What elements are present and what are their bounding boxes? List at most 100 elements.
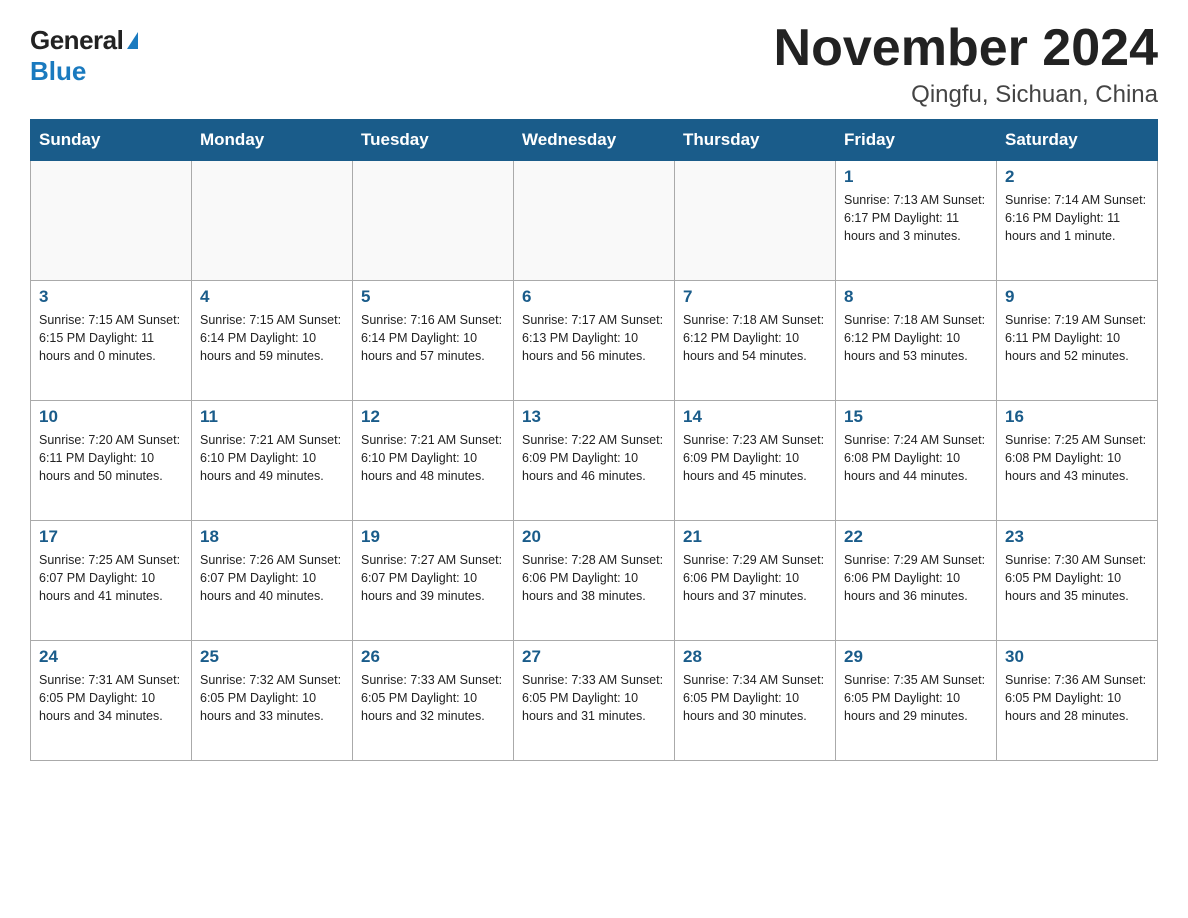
calendar-day-cell: 28 Sunrise: 7:34 AM Sunset: 6:05 PM Dayli… bbox=[675, 641, 836, 761]
calendar-day-cell bbox=[192, 161, 353, 281]
day-number: 12 bbox=[361, 407, 505, 427]
day-info: Sunrise: 7:34 AM Sunset: 6:05 PM Dayligh… bbox=[683, 671, 827, 725]
calendar-day-cell bbox=[514, 161, 675, 281]
calendar-body: 1 Sunrise: 7:13 AM Sunset: 6:17 PM Daylig… bbox=[31, 161, 1158, 761]
page-header: General Blue November 2024 Qingfu, Sichu… bbox=[30, 20, 1158, 109]
day-info: Sunrise: 7:13 AM Sunset: 6:17 PM Dayligh… bbox=[844, 191, 988, 245]
day-number: 17 bbox=[39, 527, 183, 547]
day-info: Sunrise: 7:29 AM Sunset: 6:06 PM Dayligh… bbox=[683, 551, 827, 605]
calendar-day-cell: 6 Sunrise: 7:17 AM Sunset: 6:13 PM Daylig… bbox=[514, 281, 675, 401]
day-info: Sunrise: 7:27 AM Sunset: 6:07 PM Dayligh… bbox=[361, 551, 505, 605]
calendar-header-cell: Wednesday bbox=[514, 120, 675, 161]
calendar-week-row: 24Sunrise: 7:31 AM Sunset: 6:05 PM Dayli… bbox=[31, 641, 1158, 761]
day-number: 27 bbox=[522, 647, 666, 667]
day-number: 20 bbox=[522, 527, 666, 547]
calendar-day-cell: 5 Sunrise: 7:16 AM Sunset: 6:14 PM Daylig… bbox=[353, 281, 514, 401]
day-info: Sunrise: 7:20 AM Sunset: 6:11 PM Dayligh… bbox=[39, 431, 183, 485]
day-info: Sunrise: 7:33 AM Sunset: 6:05 PM Dayligh… bbox=[522, 671, 666, 725]
day-info: Sunrise: 7:19 AM Sunset: 6:11 PM Dayligh… bbox=[1005, 311, 1149, 365]
calendar-day-cell: 26 Sunrise: 7:33 AM Sunset: 6:05 PM Dayli… bbox=[353, 641, 514, 761]
day-number: 4 bbox=[200, 287, 344, 307]
calendar-day-cell: 2 Sunrise: 7:14 AM Sunset: 6:16 PM Daylig… bbox=[997, 161, 1158, 281]
calendar-header-cell: Sunday bbox=[31, 120, 192, 161]
day-info: Sunrise: 7:14 AM Sunset: 6:16 PM Dayligh… bbox=[1005, 191, 1149, 245]
day-info: Sunrise: 7:21 AM Sunset: 6:10 PM Dayligh… bbox=[361, 431, 505, 485]
calendar-table: SundayMondayTuesdayWednesdayThursdayFrid… bbox=[30, 119, 1158, 761]
calendar-week-row: 1 Sunrise: 7:13 AM Sunset: 6:17 PM Daylig… bbox=[31, 161, 1158, 281]
day-number: 25 bbox=[200, 647, 344, 667]
day-info: Sunrise: 7:29 AM Sunset: 6:06 PM Dayligh… bbox=[844, 551, 988, 605]
day-number: 2 bbox=[1005, 167, 1149, 187]
calendar-day-cell: 17 Sunrise: 7:25 AM Sunset: 6:07 PM Dayli… bbox=[31, 521, 192, 641]
day-info: Sunrise: 7:22 AM Sunset: 6:09 PM Dayligh… bbox=[522, 431, 666, 485]
day-number: 23 bbox=[1005, 527, 1149, 547]
page-subtitle: Qingfu, Sichuan, China bbox=[774, 81, 1158, 109]
day-number: 16 bbox=[1005, 407, 1149, 427]
calendar-day-cell: 24Sunrise: 7:31 AM Sunset: 6:05 PM Dayli… bbox=[31, 641, 192, 761]
day-info: Sunrise: 7:17 AM Sunset: 6:13 PM Dayligh… bbox=[522, 311, 666, 365]
day-info: Sunrise: 7:25 AM Sunset: 6:08 PM Dayligh… bbox=[1005, 431, 1149, 485]
calendar-day-cell: 22Sunrise: 7:29 AM Sunset: 6:06 PM Dayli… bbox=[836, 521, 997, 641]
calendar-day-cell: 30 Sunrise: 7:36 AM Sunset: 6:05 PM Dayli… bbox=[997, 641, 1158, 761]
day-number: 19 bbox=[361, 527, 505, 547]
calendar-day-cell: 25 Sunrise: 7:32 AM Sunset: 6:05 PM Dayli… bbox=[192, 641, 353, 761]
calendar-day-cell bbox=[353, 161, 514, 281]
day-info: Sunrise: 7:25 AM Sunset: 6:07 PM Dayligh… bbox=[39, 551, 183, 605]
day-number: 18 bbox=[200, 527, 344, 547]
page-title: November 2024 bbox=[774, 20, 1158, 77]
calendar-day-cell: 21 Sunrise: 7:29 AM Sunset: 6:06 PM Dayli… bbox=[675, 521, 836, 641]
day-info: Sunrise: 7:32 AM Sunset: 6:05 PM Dayligh… bbox=[200, 671, 344, 725]
calendar-day-cell bbox=[675, 161, 836, 281]
day-number: 29 bbox=[844, 647, 988, 667]
day-info: Sunrise: 7:36 AM Sunset: 6:05 PM Dayligh… bbox=[1005, 671, 1149, 725]
day-number: 28 bbox=[683, 647, 827, 667]
day-number: 13 bbox=[522, 407, 666, 427]
day-info: Sunrise: 7:18 AM Sunset: 6:12 PM Dayligh… bbox=[683, 311, 827, 365]
day-info: Sunrise: 7:26 AM Sunset: 6:07 PM Dayligh… bbox=[200, 551, 344, 605]
calendar-day-cell bbox=[31, 161, 192, 281]
calendar-day-cell: 12 Sunrise: 7:21 AM Sunset: 6:10 PM Dayli… bbox=[353, 401, 514, 521]
day-info: Sunrise: 7:21 AM Sunset: 6:10 PM Dayligh… bbox=[200, 431, 344, 485]
calendar-header-cell: Monday bbox=[192, 120, 353, 161]
day-number: 6 bbox=[522, 287, 666, 307]
day-number: 5 bbox=[361, 287, 505, 307]
calendar-day-cell: 7 Sunrise: 7:18 AM Sunset: 6:12 PM Daylig… bbox=[675, 281, 836, 401]
logo-triangle-icon bbox=[127, 32, 138, 49]
day-info: Sunrise: 7:16 AM Sunset: 6:14 PM Dayligh… bbox=[361, 311, 505, 365]
day-info: Sunrise: 7:15 AM Sunset: 6:14 PM Dayligh… bbox=[200, 311, 344, 365]
day-info: Sunrise: 7:33 AM Sunset: 6:05 PM Dayligh… bbox=[361, 671, 505, 725]
day-number: 14 bbox=[683, 407, 827, 427]
calendar-day-cell: 8Sunrise: 7:18 AM Sunset: 6:12 PM Daylig… bbox=[836, 281, 997, 401]
day-number: 24 bbox=[39, 647, 183, 667]
calendar-day-cell: 19 Sunrise: 7:27 AM Sunset: 6:07 PM Dayli… bbox=[353, 521, 514, 641]
calendar-day-cell: 1 Sunrise: 7:13 AM Sunset: 6:17 PM Daylig… bbox=[836, 161, 997, 281]
day-number: 21 bbox=[683, 527, 827, 547]
calendar-day-cell: 18 Sunrise: 7:26 AM Sunset: 6:07 PM Dayli… bbox=[192, 521, 353, 641]
calendar-header-cell: Friday bbox=[836, 120, 997, 161]
calendar-day-cell: 10 Sunrise: 7:20 AM Sunset: 6:11 PM Dayli… bbox=[31, 401, 192, 521]
day-info: Sunrise: 7:35 AM Sunset: 6:05 PM Dayligh… bbox=[844, 671, 988, 725]
day-number: 10 bbox=[39, 407, 183, 427]
logo-general-text: General bbox=[30, 25, 123, 56]
day-info: Sunrise: 7:28 AM Sunset: 6:06 PM Dayligh… bbox=[522, 551, 666, 605]
calendar-day-cell: 16 Sunrise: 7:25 AM Sunset: 6:08 PM Dayli… bbox=[997, 401, 1158, 521]
day-number: 26 bbox=[361, 647, 505, 667]
logo: General Blue bbox=[30, 20, 138, 87]
calendar-day-cell: 9Sunrise: 7:19 AM Sunset: 6:11 PM Daylig… bbox=[997, 281, 1158, 401]
calendar-header-row: SundayMondayTuesdayWednesdayThursdayFrid… bbox=[31, 120, 1158, 161]
calendar-week-row: 10 Sunrise: 7:20 AM Sunset: 6:11 PM Dayli… bbox=[31, 401, 1158, 521]
calendar-week-row: 17 Sunrise: 7:25 AM Sunset: 6:07 PM Dayli… bbox=[31, 521, 1158, 641]
calendar-day-cell: 11Sunrise: 7:21 AM Sunset: 6:10 PM Dayli… bbox=[192, 401, 353, 521]
day-number: 15 bbox=[844, 407, 988, 427]
calendar-day-cell: 14 Sunrise: 7:23 AM Sunset: 6:09 PM Dayli… bbox=[675, 401, 836, 521]
day-number: 1 bbox=[844, 167, 988, 187]
day-number: 30 bbox=[1005, 647, 1149, 667]
calendar-week-row: 3Sunrise: 7:15 AM Sunset: 6:15 PM Daylig… bbox=[31, 281, 1158, 401]
day-info: Sunrise: 7:15 AM Sunset: 6:15 PM Dayligh… bbox=[39, 311, 183, 365]
calendar-day-cell: 3Sunrise: 7:15 AM Sunset: 6:15 PM Daylig… bbox=[31, 281, 192, 401]
day-info: Sunrise: 7:23 AM Sunset: 6:09 PM Dayligh… bbox=[683, 431, 827, 485]
calendar-header-cell: Thursday bbox=[675, 120, 836, 161]
day-info: Sunrise: 7:24 AM Sunset: 6:08 PM Dayligh… bbox=[844, 431, 988, 485]
calendar-day-cell: 23Sunrise: 7:30 AM Sunset: 6:05 PM Dayli… bbox=[997, 521, 1158, 641]
day-number: 7 bbox=[683, 287, 827, 307]
